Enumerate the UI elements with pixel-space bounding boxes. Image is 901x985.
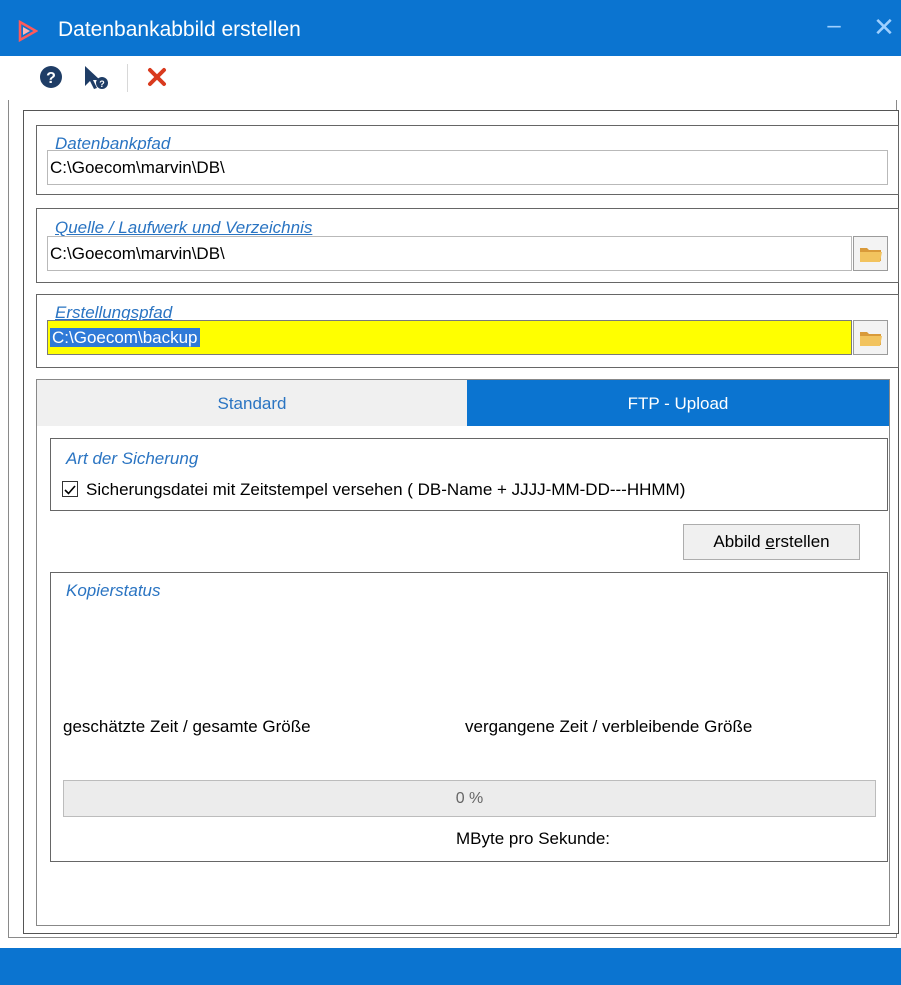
source-label: Quelle / Laufwerk und Verzeichnis <box>55 218 313 237</box>
target-path-field[interactable]: C:\Goecom\backup <box>47 320 852 355</box>
help-icon[interactable]: ? <box>36 62 66 92</box>
svg-text:?: ? <box>46 70 56 87</box>
backup-type-label: Art der Sicherung <box>66 449 199 468</box>
status-bar <box>0 948 901 985</box>
folder-icon <box>860 248 882 262</box>
target-browse-button[interactable] <box>853 320 888 355</box>
elapsed-time-label: vergangene Zeit / verbleibende Größe <box>465 717 753 736</box>
minimize-button[interactable]: – <box>822 14 846 40</box>
close-window-button[interactable]: ✕ <box>872 14 896 40</box>
tab-bar: Standard FTP - Upload <box>36 379 890 427</box>
checkmark-icon <box>64 485 76 495</box>
create-image-button[interactable]: Abbild erstellen <box>683 524 860 560</box>
context-help-icon[interactable]: ? <box>80 62 110 92</box>
title-bar: Datenbankabbild erstellen – ✕ <box>0 0 901 56</box>
target-path-selected-text: C:\Goecom\backup <box>50 328 200 347</box>
database-path-field[interactable]: C:\Goecom\marvin\DB\ <box>47 150 888 185</box>
source-path-field[interactable]: C:\Goecom\marvin\DB\ <box>47 236 852 271</box>
toolbar: ? ? <box>0 56 901 100</box>
progress-percent: 0 % <box>455 790 484 807</box>
timestamp-checkbox-label: Sicherungsdatei mit Zeitstempel versehen… <box>86 480 686 499</box>
estimated-time-label: geschätzte Zeit / gesamte Größe <box>63 717 311 736</box>
app-logo-icon <box>16 19 39 43</box>
tab-ftp-upload[interactable]: FTP - Upload <box>467 380 889 427</box>
timestamp-option[interactable]: Sicherungsdatei mit Zeitstempel versehen… <box>62 480 685 500</box>
create-button-label-prefix: Abbild <box>713 532 766 551</box>
create-button-label-suffix: rstellen <box>774 532 830 551</box>
progress-bar: 0 % <box>63 780 876 817</box>
timestamp-checkbox[interactable] <box>62 481 78 497</box>
speed-label: MByte pro Sekunde: <box>456 829 611 848</box>
folder-icon <box>860 332 882 346</box>
cancel-x-icon[interactable] <box>142 62 172 92</box>
create-button-mnemonic: e <box>765 532 775 551</box>
window-title: Datenbankabbild erstellen <box>58 18 301 41</box>
copy-status-label: Kopierstatus <box>66 581 161 600</box>
source-browse-button[interactable] <box>853 236 888 271</box>
svg-text:?: ? <box>99 79 105 89</box>
tab-standard[interactable]: Standard <box>37 380 467 427</box>
toolbar-separator <box>127 64 128 92</box>
